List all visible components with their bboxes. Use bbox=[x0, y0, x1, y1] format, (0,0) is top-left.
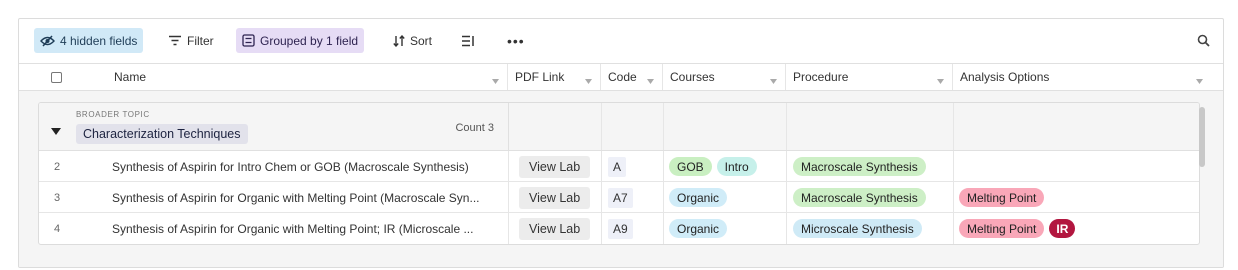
chevron-down-icon[interactable] bbox=[770, 73, 777, 87]
grid-view: 4 hidden fields Filter Grouped by 1 fiel… bbox=[18, 18, 1224, 268]
group-header-cell bbox=[509, 103, 602, 150]
code-chip: A9 bbox=[608, 218, 633, 239]
column-header-name[interactable]: Name bbox=[107, 64, 508, 90]
row-height-icon bbox=[461, 35, 475, 47]
analysis-tag: Melting Point bbox=[959, 219, 1045, 238]
eye-slash-icon bbox=[40, 34, 55, 47]
cell-procedure[interactable]: Macroscale Synthesis bbox=[787, 182, 954, 213]
column-header-courses[interactable]: Courses bbox=[663, 64, 786, 90]
chevron-down-icon[interactable] bbox=[1196, 73, 1203, 87]
view-lab-button[interactable]: View Lab bbox=[519, 217, 591, 240]
chevron-down-icon[interactable] bbox=[585, 73, 592, 87]
row-number-label: 2 bbox=[54, 160, 61, 173]
group-count: Count 3 bbox=[455, 122, 494, 134]
column-header-row: Name PDF Link Code Courses Procedure Ana… bbox=[19, 63, 1223, 91]
column-code-label: Code bbox=[608, 70, 637, 84]
course-tag: Organic bbox=[669, 219, 728, 238]
cell-code[interactable]: A bbox=[602, 151, 664, 182]
cell-analysis-options[interactable]: Melting Point bbox=[954, 182, 1199, 213]
cell-code[interactable]: A9 bbox=[602, 213, 664, 244]
more-icon: ••• bbox=[507, 32, 525, 49]
record-name: Synthesis of Aspirin for Intro Chem or G… bbox=[112, 159, 469, 174]
row-number-label: 4 bbox=[54, 222, 61, 235]
collapse-caret-icon[interactable] bbox=[51, 124, 61, 138]
record-group: BROADER TOPIC Characterization Technique… bbox=[38, 102, 1200, 245]
column-header-analysis-options[interactable]: Analysis Options bbox=[953, 64, 1211, 90]
record-name: Synthesis of Aspirin for Organic with Me… bbox=[112, 190, 480, 205]
hidden-fields-label: 4 hidden fields bbox=[60, 33, 138, 48]
cell-name[interactable]: Synthesis of Aspirin for Organic with Me… bbox=[94, 213, 509, 244]
column-analysis-options-label: Analysis Options bbox=[960, 70, 1050, 84]
column-courses-label: Courses bbox=[670, 70, 715, 84]
filter-label: Filter bbox=[187, 33, 214, 48]
chevron-down-icon[interactable] bbox=[647, 73, 654, 87]
analysis-tag: IR bbox=[1049, 219, 1076, 238]
sort-arrows-icon bbox=[393, 34, 405, 47]
cell-analysis-options[interactable] bbox=[954, 151, 1199, 182]
row-number-label: 3 bbox=[54, 191, 61, 204]
filter-icon bbox=[168, 35, 182, 46]
sort-label: Sort bbox=[410, 33, 433, 48]
hidden-fields-button[interactable]: 4 hidden fields bbox=[34, 28, 144, 53]
column-pdf-link-label: PDF Link bbox=[515, 70, 565, 84]
column-name-label: Name bbox=[114, 70, 147, 84]
code-chip: A7 bbox=[608, 187, 633, 208]
table-row[interactable]: 3 Synthesis of Aspirin for Organic with M… bbox=[39, 182, 1199, 213]
table-row[interactable]: 4 Synthesis of Aspirin for Organic with M… bbox=[39, 213, 1199, 244]
group-list-icon bbox=[242, 34, 255, 47]
cell-courses[interactable]: Organic bbox=[664, 213, 787, 244]
cell-analysis-options[interactable]: Melting Point IR bbox=[954, 213, 1199, 244]
group-button[interactable]: Grouped by 1 field bbox=[236, 28, 365, 53]
group-header-primary: BROADER TOPIC Characterization Technique… bbox=[39, 103, 509, 150]
cell-pdf-link[interactable]: View Lab bbox=[509, 182, 602, 213]
group-header-cell bbox=[664, 103, 787, 150]
group-header-cell bbox=[787, 103, 954, 150]
chevron-down-icon[interactable] bbox=[492, 73, 499, 87]
vertical-scrollbar[interactable] bbox=[1199, 107, 1205, 167]
column-header-code[interactable]: Code bbox=[601, 64, 663, 90]
row-number: 2 bbox=[39, 151, 94, 182]
cell-pdf-link[interactable]: View Lab bbox=[509, 151, 602, 182]
cell-procedure[interactable]: Microscale Synthesis bbox=[787, 213, 954, 244]
procedure-tag: Microscale Synthesis bbox=[793, 219, 922, 238]
cell-name[interactable]: Synthesis of Aspirin for Intro Chem or G… bbox=[94, 151, 509, 182]
code-chip: A bbox=[608, 156, 627, 177]
filter-button[interactable]: Filter bbox=[162, 28, 220, 53]
column-header-procedure[interactable]: Procedure bbox=[786, 64, 953, 90]
course-tag: Organic bbox=[669, 188, 728, 207]
view-toolbar: 4 hidden fields Filter Grouped by 1 fiel… bbox=[19, 19, 1223, 63]
cell-pdf-link[interactable]: View Lab bbox=[509, 213, 602, 244]
course-tag: GOB bbox=[669, 157, 712, 176]
group-header-cell bbox=[602, 103, 664, 150]
record-name: Synthesis of Aspirin for Organic with Me… bbox=[112, 221, 474, 236]
analysis-tag: Melting Point bbox=[959, 188, 1045, 207]
cell-courses[interactable]: GOB Intro bbox=[664, 151, 787, 182]
table-row[interactable]: 2 Synthesis of Aspirin for Intro Chem or … bbox=[39, 151, 1199, 182]
select-all-cell[interactable] bbox=[19, 64, 107, 90]
cell-code[interactable]: A7 bbox=[602, 182, 664, 213]
procedure-tag: Macroscale Synthesis bbox=[793, 157, 926, 176]
row-number: 3 bbox=[39, 182, 94, 213]
column-header-pdf-link[interactable]: PDF Link bbox=[508, 64, 601, 90]
view-lab-button[interactable]: View Lab bbox=[519, 155, 591, 178]
chevron-down-icon[interactable] bbox=[937, 73, 944, 87]
row-number: 4 bbox=[39, 213, 94, 244]
view-lab-button[interactable]: View Lab bbox=[519, 186, 591, 209]
course-tag: Intro bbox=[716, 157, 757, 176]
more-options-button[interactable]: ••• bbox=[501, 28, 531, 53]
cell-name[interactable]: Synthesis of Aspirin for Organic with Me… bbox=[94, 182, 509, 213]
procedure-tag: Macroscale Synthesis bbox=[793, 188, 926, 207]
sort-button[interactable]: Sort bbox=[387, 28, 438, 53]
search-button[interactable] bbox=[1191, 28, 1216, 53]
group-header: BROADER TOPIC Characterization Technique… bbox=[39, 103, 1199, 151]
group-value-chip: Characterization Techniques bbox=[76, 124, 248, 144]
cell-procedure[interactable]: Macroscale Synthesis bbox=[787, 151, 954, 182]
row-height-button[interactable] bbox=[455, 28, 481, 53]
select-all-checkbox[interactable] bbox=[51, 71, 62, 83]
column-procedure-label: Procedure bbox=[793, 70, 849, 84]
search-icon bbox=[1197, 34, 1210, 47]
group-field-label: BROADER TOPIC bbox=[76, 110, 150, 119]
grouped-label: Grouped by 1 field bbox=[260, 33, 359, 48]
cell-courses[interactable]: Organic bbox=[664, 182, 787, 213]
